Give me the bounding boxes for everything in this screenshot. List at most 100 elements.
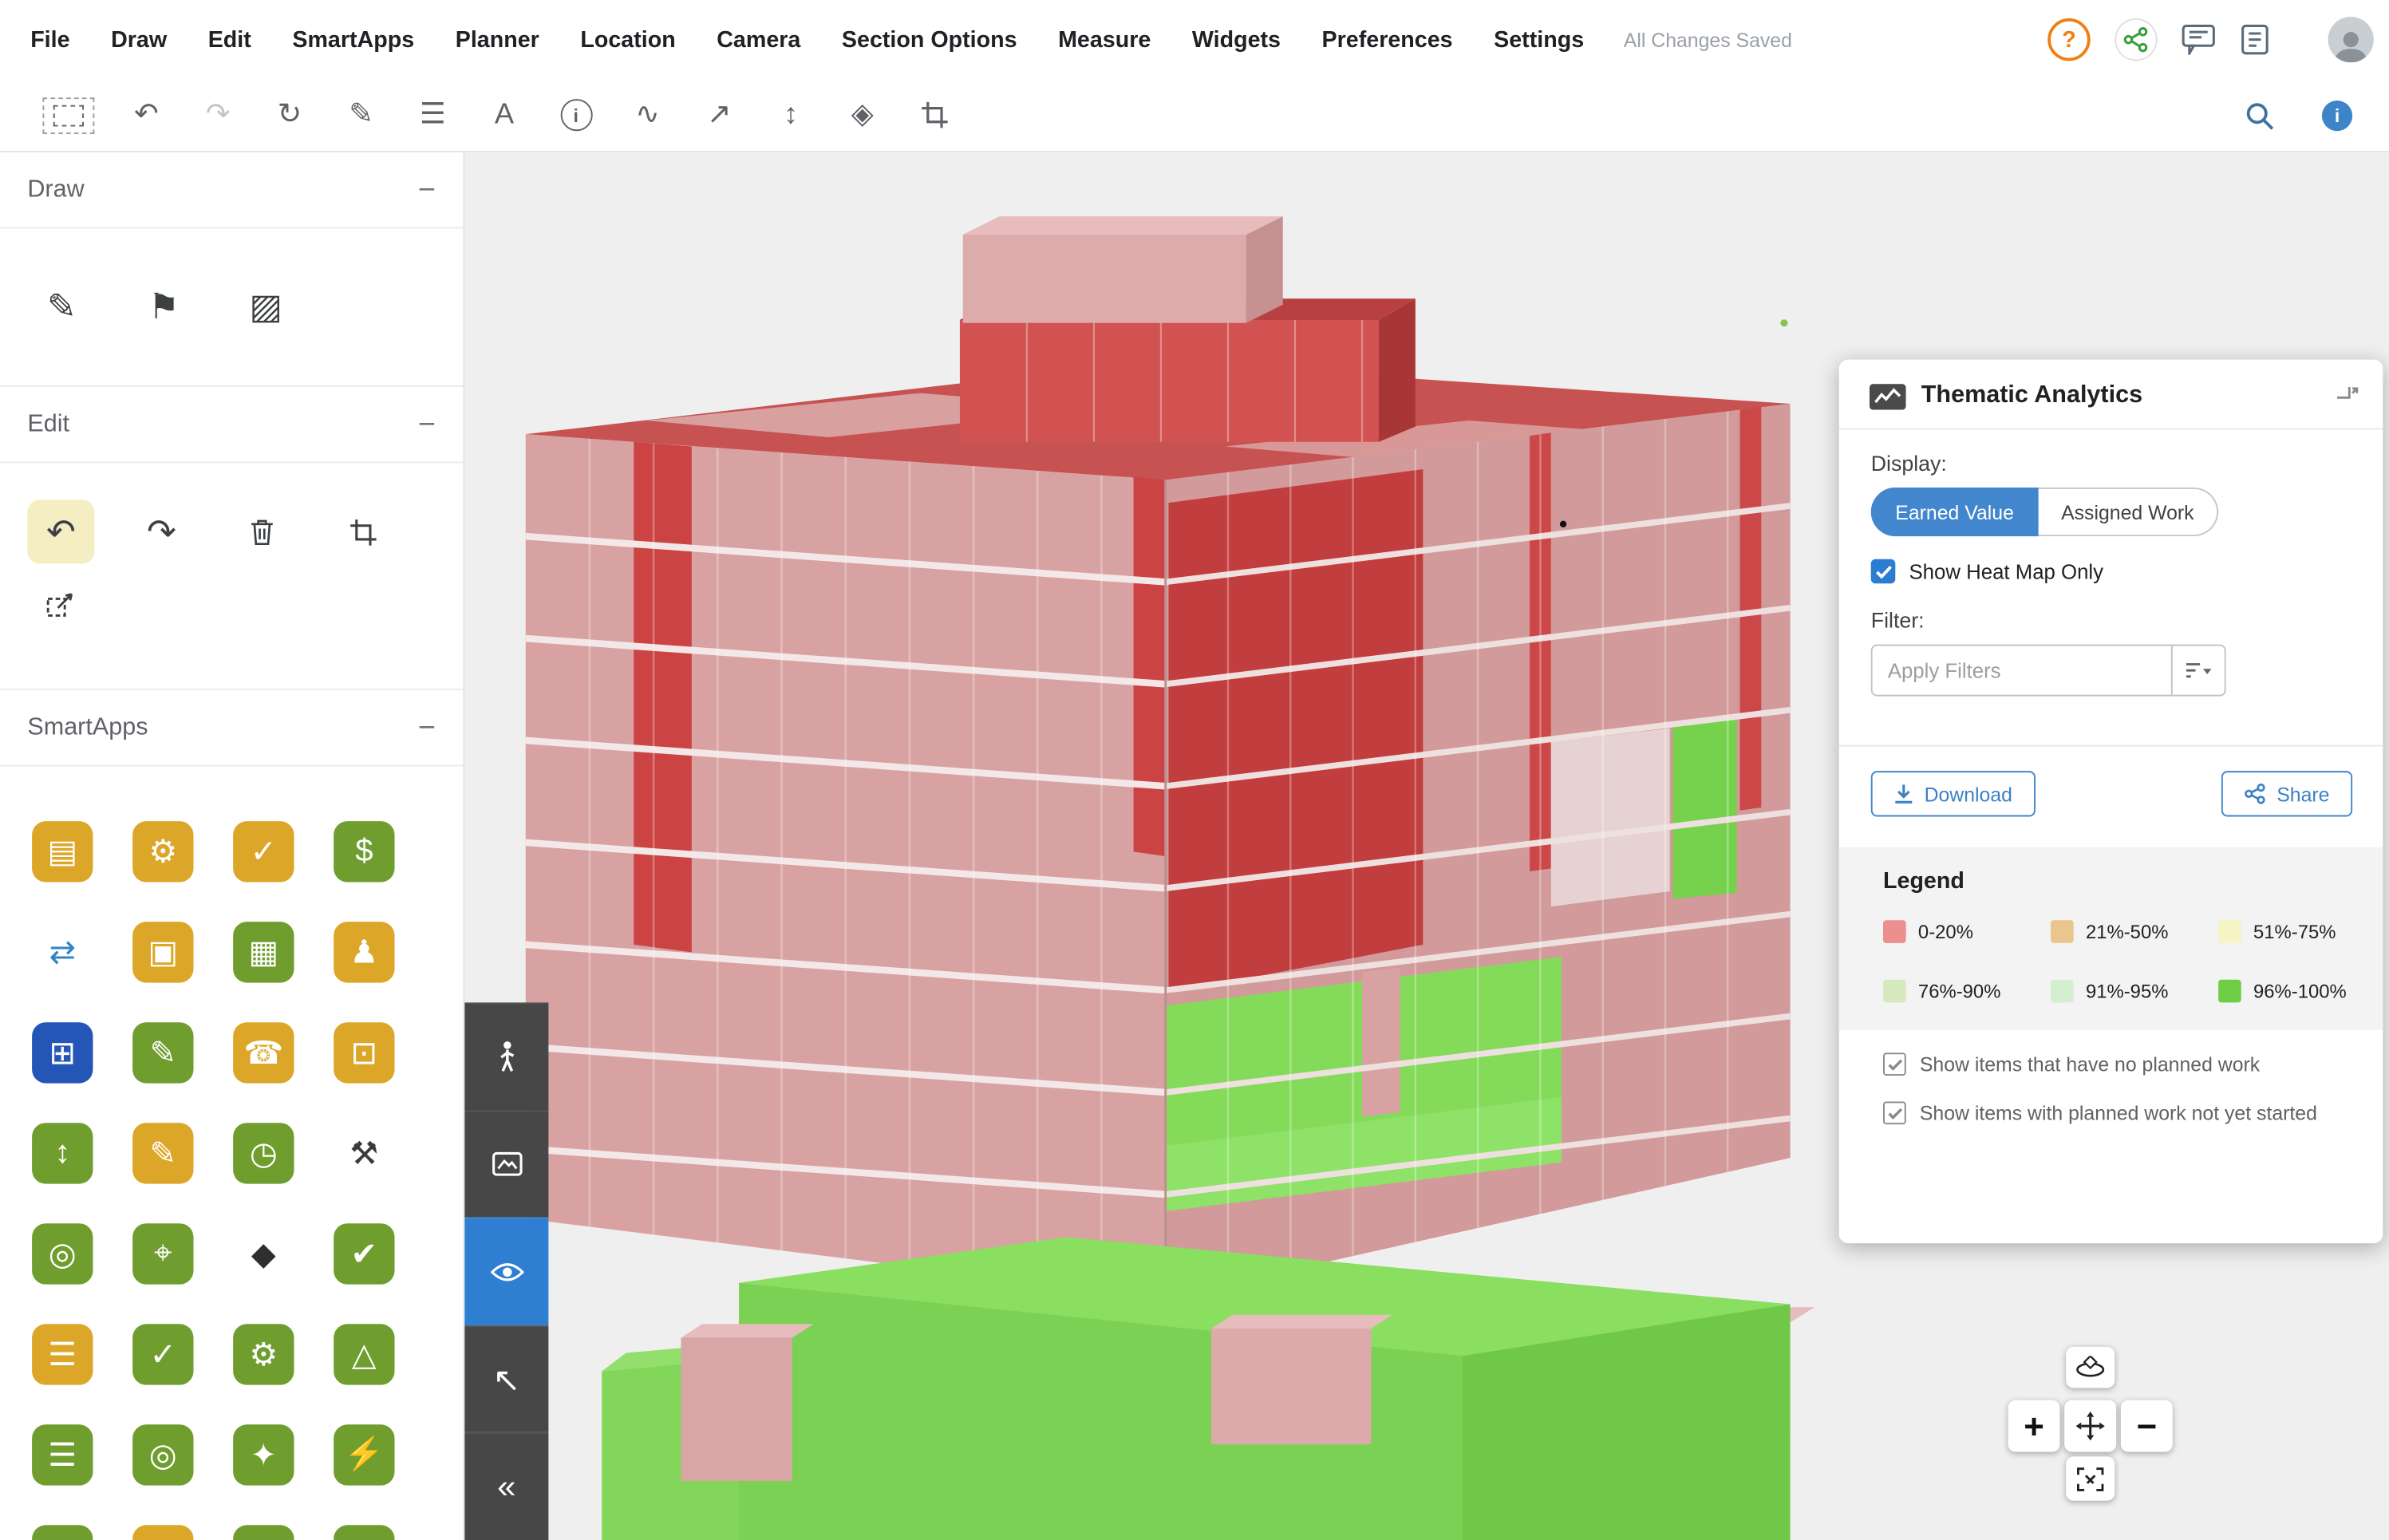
apply-filters-input[interactable] — [1873, 646, 2171, 695]
smartapp-icon[interactable]: ☎ — [233, 1022, 294, 1083]
smartapp-icon[interactable]: ☰ — [32, 1324, 93, 1384]
smartapp-icon[interactable]: ⚙ — [233, 1324, 294, 1384]
info-icon[interactable]: i — [2322, 100, 2352, 130]
marquee-select-icon[interactable] — [42, 97, 94, 133]
fly-to-icon[interactable]: ↗ — [699, 95, 739, 135]
no-planned-work-checkbox[interactable] — [1883, 1052, 1906, 1076]
clipboard-icon[interactable] — [2240, 25, 2270, 55]
smartapp-icon[interactable]: ◎ — [32, 1223, 93, 1284]
info-tool-icon[interactable]: i — [556, 95, 596, 135]
menu-location[interactable]: Location — [580, 26, 675, 52]
smartapp-icon[interactable]: $ — [334, 821, 394, 882]
smartapp-icon[interactable] — [233, 1525, 294, 1540]
not-started-checkbox[interactable] — [1883, 1101, 1906, 1124]
smartapp-icon[interactable] — [132, 1525, 193, 1540]
analytics-icon — [1870, 383, 1906, 409]
visibility-tool[interactable] — [464, 1218, 548, 1325]
smartapp-icon[interactable]: ⚒ — [334, 1123, 394, 1183]
no-planned-work-row: Show items that have no planned work — [1883, 1052, 2352, 1076]
edit-collapse-icon[interactable]: − — [418, 409, 436, 440]
download-button[interactable]: Download — [1871, 771, 2036, 816]
smartapp-icon[interactable]: ♟ — [334, 922, 394, 982]
smartapp-icon[interactable]: ✓ — [132, 1324, 193, 1384]
media-tool[interactable] — [464, 1110, 548, 1218]
image-add-icon[interactable]: ▨ — [245, 286, 286, 328]
menu-planner[interactable]: Planner — [456, 26, 539, 52]
dock-panel-icon[interactable] — [2334, 384, 2359, 409]
assigned-work-button[interactable]: Assigned Work — [2038, 488, 2218, 536]
crop-tool-icon[interactable] — [914, 95, 954, 135]
smartapp-icon[interactable]: ◆ — [233, 1223, 294, 1284]
smartapp-icon[interactable]: ▣ — [132, 922, 193, 982]
smartapp-icon[interactable]: ⊞ — [32, 1022, 93, 1083]
share-network-icon[interactable] — [2115, 18, 2157, 61]
heatmap-only-checkbox[interactable] — [1871, 559, 1896, 584]
smartapp-icon[interactable]: ⌖ — [132, 1223, 193, 1284]
edit-crop-icon[interactable] — [329, 500, 396, 563]
smartapp-icon[interactable]: ⚡ — [334, 1424, 394, 1485]
zoom-in-button[interactable]: + — [2008, 1400, 2060, 1452]
delete-icon[interactable] — [228, 500, 295, 563]
smartapp-icon[interactable]: ✎ — [132, 1123, 193, 1183]
smartapp-icon[interactable]: ⇄ — [32, 922, 93, 982]
menu-measure[interactable]: Measure — [1058, 26, 1151, 52]
filter-options-button[interactable] — [2171, 646, 2225, 695]
select-tool[interactable]: ↖ — [464, 1325, 548, 1433]
legend-grid: 0-20% 21%-50% 51%-75% 76%-90% 91%-95% — [1883, 920, 2383, 1002]
smartapp-icon[interactable]: ☰ — [32, 1424, 93, 1485]
smartapps-collapse-icon[interactable]: − — [418, 713, 436, 743]
smartapp-icon[interactable]: ✔ — [334, 1223, 394, 1284]
smartapp-icon[interactable]: ⚙ — [132, 821, 193, 882]
markup-add-icon[interactable]: ⚑ — [143, 286, 184, 328]
smartapp-icon[interactable]: ◷ — [233, 1123, 294, 1183]
freehand-icon[interactable]: ∿ — [628, 95, 668, 135]
smartapp-icon[interactable]: ✎ — [132, 1022, 193, 1083]
search-icon[interactable] — [2240, 95, 2280, 135]
smartapp-icon[interactable]: ▦ — [233, 922, 294, 982]
share-button[interactable]: Share — [2221, 771, 2352, 816]
menu-edit[interactable]: Edit — [208, 26, 251, 52]
smartapp-icon[interactable]: ▤ — [32, 821, 93, 882]
first-person-tool[interactable] — [464, 1002, 548, 1110]
undo-icon[interactable]: ↶ — [126, 95, 166, 135]
zoom-out-button[interactable]: − — [2121, 1400, 2173, 1452]
user-avatar[interactable] — [2328, 17, 2374, 62]
smartapp-icon[interactable] — [32, 1525, 93, 1540]
smartapp-icon[interactable]: △ — [334, 1324, 394, 1384]
menu-camera[interactable]: Camera — [717, 26, 800, 52]
rotate-view-button[interactable] — [2066, 1347, 2115, 1388]
elevation-icon[interactable]: ↕ — [771, 95, 811, 135]
smartapp-icon[interactable]: ↕ — [32, 1123, 93, 1183]
collapse-strip-button[interactable]: « — [464, 1433, 548, 1540]
edit-undo-icon[interactable]: ↶ — [27, 500, 94, 563]
smartapp-icon[interactable]: ◎ — [132, 1424, 193, 1485]
transform-icon[interactable] — [27, 573, 94, 637]
smartapp-icon[interactable] — [334, 1525, 394, 1540]
cube-view-icon[interactable]: ◈ — [843, 95, 883, 135]
smartapp-icon[interactable]: ✓ — [233, 821, 294, 882]
menu-preferences[interactable]: Preferences — [1322, 26, 1453, 52]
annotation-add-icon[interactable]: ✎ — [41, 286, 83, 328]
menu-settings[interactable]: Settings — [1494, 26, 1584, 52]
text-tool-icon[interactable]: A — [484, 95, 524, 135]
menu-draw[interactable]: Draw — [111, 26, 167, 52]
edit-redo-icon[interactable]: ↷ — [128, 500, 195, 563]
help-icon[interactable]: ? — [2047, 18, 2090, 61]
layers-icon[interactable]: ☰ — [413, 95, 452, 135]
pick-tool-icon[interactable]: ✎ — [342, 95, 381, 135]
smartapp-icon[interactable]: ⊡ — [334, 1022, 394, 1083]
menu-smartapps[interactable]: SmartApps — [292, 26, 414, 52]
smartapp-icon[interactable]: ✦ — [233, 1424, 294, 1485]
feedback-icon[interactable] — [2182, 25, 2215, 55]
earned-value-button[interactable]: Earned Value — [1871, 488, 2039, 536]
legend-options: Show items that have no planned work Sho… — [1839, 1030, 2383, 1124]
redo-icon[interactable]: ↷ — [198, 95, 238, 135]
media-icon — [492, 1152, 522, 1177]
menu-file[interactable]: File — [30, 26, 69, 52]
fit-to-view-button[interactable] — [2066, 1456, 2115, 1500]
menu-section-options[interactable]: Section Options — [842, 26, 1017, 52]
menu-widgets[interactable]: Widgets — [1192, 26, 1281, 52]
pan-button[interactable] — [2064, 1400, 2116, 1452]
refresh-icon[interactable]: ↻ — [270, 95, 310, 135]
draw-collapse-icon[interactable]: − — [418, 175, 436, 205]
